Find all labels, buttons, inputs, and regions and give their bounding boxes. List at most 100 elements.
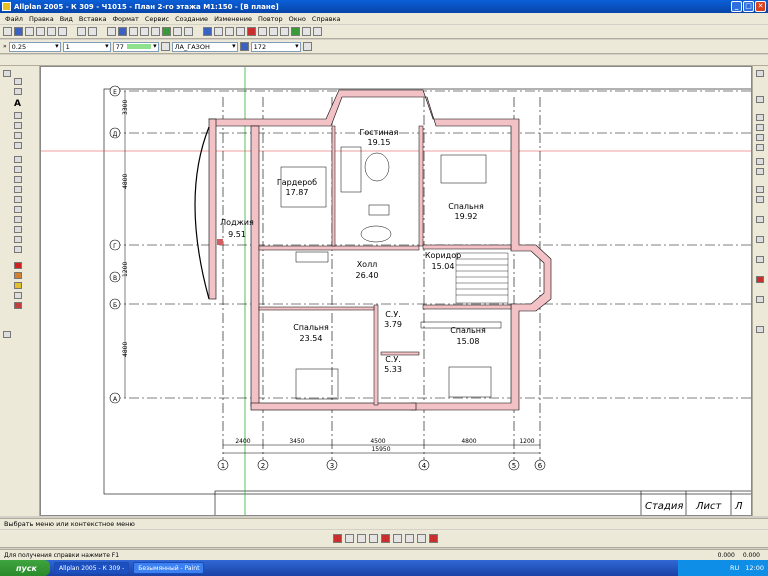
cancel-icon[interactable] bbox=[429, 534, 438, 543]
view-front-icon[interactable] bbox=[756, 114, 764, 121]
snap-point-icon[interactable] bbox=[756, 186, 764, 193]
redraw-icon[interactable] bbox=[756, 276, 764, 283]
info-icon[interactable] bbox=[313, 27, 322, 36]
menu-help[interactable]: Справка bbox=[309, 15, 344, 23]
fileset-icon[interactable] bbox=[162, 27, 171, 36]
menu-tools[interactable]: Сервис bbox=[142, 15, 172, 23]
view-iso-icon[interactable] bbox=[756, 168, 764, 175]
line-combo[interactable]: 1 bbox=[62, 41, 111, 52]
format-brush-icon[interactable] bbox=[302, 42, 312, 51]
layer-combo[interactable]: ЛА_ГАЗОН bbox=[171, 41, 238, 52]
view-back-icon[interactable] bbox=[756, 124, 764, 131]
grid-icon[interactable] bbox=[140, 27, 149, 36]
array-icon[interactable] bbox=[405, 534, 414, 543]
menu-modify[interactable]: Изменение bbox=[211, 15, 255, 23]
paste-icon[interactable] bbox=[58, 27, 67, 36]
slab-tool-icon[interactable] bbox=[14, 206, 22, 213]
fill-tool-icon[interactable] bbox=[14, 262, 22, 269]
view-top-icon[interactable] bbox=[756, 158, 764, 165]
niche-tool-icon[interactable] bbox=[14, 246, 22, 253]
scale-combo[interactable]: 172 bbox=[250, 41, 301, 52]
measure-right-icon[interactable] bbox=[756, 256, 764, 263]
window-tool-icon[interactable] bbox=[14, 186, 22, 193]
window-icon[interactable] bbox=[173, 27, 182, 36]
color-combo[interactable]: 77 bbox=[112, 41, 159, 52]
library-icon[interactable] bbox=[291, 27, 300, 36]
hatch-tool-icon[interactable] bbox=[14, 122, 22, 129]
maximize-button[interactable]: □ bbox=[743, 1, 754, 12]
room-tool-icon[interactable] bbox=[14, 226, 22, 233]
opening-tool-icon[interactable] bbox=[14, 236, 22, 243]
view-icon[interactable] bbox=[129, 27, 138, 36]
filter-icon[interactable] bbox=[258, 27, 267, 36]
symbol-tool-icon[interactable] bbox=[14, 132, 22, 139]
pointer-icon[interactable] bbox=[3, 70, 11, 77]
copy-icon[interactable] bbox=[47, 27, 56, 36]
plot-icon[interactable] bbox=[203, 27, 212, 36]
close-button[interactable]: ✕ bbox=[755, 1, 766, 12]
style-tool-icon[interactable] bbox=[14, 282, 22, 289]
menu-create[interactable]: Создание bbox=[172, 15, 211, 23]
layer-settings-icon[interactable] bbox=[239, 42, 249, 51]
trim-icon[interactable] bbox=[381, 534, 390, 543]
menu-edit[interactable]: Правка bbox=[26, 15, 57, 23]
minimize-button[interactable]: _ bbox=[731, 1, 742, 12]
layer-icon[interactable] bbox=[118, 27, 127, 36]
wizard-icon[interactable] bbox=[302, 27, 311, 36]
menu-insert[interactable]: Вставка bbox=[76, 15, 110, 23]
delete-icon[interactable] bbox=[333, 534, 342, 543]
menu-repeat[interactable]: Повтор bbox=[255, 15, 286, 23]
check-icon[interactable] bbox=[3, 331, 11, 338]
pattern-tool-icon[interactable] bbox=[14, 272, 22, 279]
roof-tool-icon[interactable] bbox=[14, 216, 22, 223]
refresh-icon[interactable] bbox=[184, 27, 193, 36]
menu-window[interactable]: Окно bbox=[286, 15, 309, 23]
wall-tool-icon[interactable] bbox=[14, 156, 22, 163]
snap-line-icon[interactable] bbox=[756, 196, 764, 203]
label-tool-icon[interactable] bbox=[14, 292, 22, 299]
print-icon[interactable] bbox=[25, 27, 34, 36]
stair-tool-icon[interactable] bbox=[14, 196, 22, 203]
task-allplan[interactable]: Allplan 2005 - К 309 - bbox=[54, 562, 130, 574]
start-button[interactable]: пуск bbox=[0, 560, 50, 576]
cut-icon[interactable] bbox=[36, 27, 45, 36]
draw-icon[interactable] bbox=[236, 27, 245, 36]
menu-format[interactable]: Формат bbox=[109, 15, 141, 23]
elements-icon[interactable] bbox=[280, 27, 289, 36]
text-tool-icon[interactable]: A bbox=[14, 99, 21, 109]
zoom-icon[interactable] bbox=[107, 27, 116, 36]
pen-combo[interactable]: 0.25 bbox=[8, 41, 61, 52]
rect-tool-icon[interactable] bbox=[14, 88, 22, 95]
rotate-icon[interactable] bbox=[357, 534, 366, 543]
column-tool-icon[interactable] bbox=[14, 166, 22, 173]
task-paint[interactable]: Безымянный - Paint bbox=[133, 562, 205, 574]
menu-file[interactable]: Файл bbox=[2, 15, 26, 23]
line-tool-icon[interactable] bbox=[14, 78, 22, 85]
open-icon[interactable] bbox=[3, 27, 12, 36]
pan-icon[interactable] bbox=[756, 96, 764, 103]
zoom-in-icon[interactable] bbox=[756, 70, 764, 77]
grid-toggle-icon[interactable] bbox=[756, 236, 764, 243]
undo-icon[interactable] bbox=[77, 27, 86, 36]
save-icon[interactable] bbox=[14, 27, 23, 36]
offset-icon[interactable] bbox=[393, 534, 402, 543]
select-icon[interactable] bbox=[269, 27, 278, 36]
view-left-icon[interactable] bbox=[756, 134, 764, 141]
language-indicator[interactable]: RU bbox=[730, 564, 739, 572]
pen-icon[interactable] bbox=[247, 27, 256, 36]
props-right-icon[interactable] bbox=[756, 326, 764, 333]
ortho-icon[interactable] bbox=[756, 216, 764, 223]
view-right-icon[interactable] bbox=[756, 144, 764, 151]
dimension-tool-icon[interactable] bbox=[14, 112, 22, 119]
attributes-icon[interactable] bbox=[214, 27, 223, 36]
measure-icon[interactable] bbox=[225, 27, 234, 36]
list-tool-icon[interactable] bbox=[14, 302, 22, 309]
layer-right-icon[interactable] bbox=[756, 296, 764, 303]
mirror-icon[interactable] bbox=[345, 534, 354, 543]
drawing-canvas[interactable]: Стадия Лист Л Гардероб 17.87 Гостиная 19… bbox=[40, 66, 752, 516]
macro-tool-icon[interactable] bbox=[14, 142, 22, 149]
stretch-icon[interactable] bbox=[369, 534, 378, 543]
snap-icon[interactable] bbox=[151, 27, 160, 36]
layer-select-icon[interactable] bbox=[160, 42, 170, 51]
menu-view[interactable]: Вид bbox=[57, 15, 76, 23]
